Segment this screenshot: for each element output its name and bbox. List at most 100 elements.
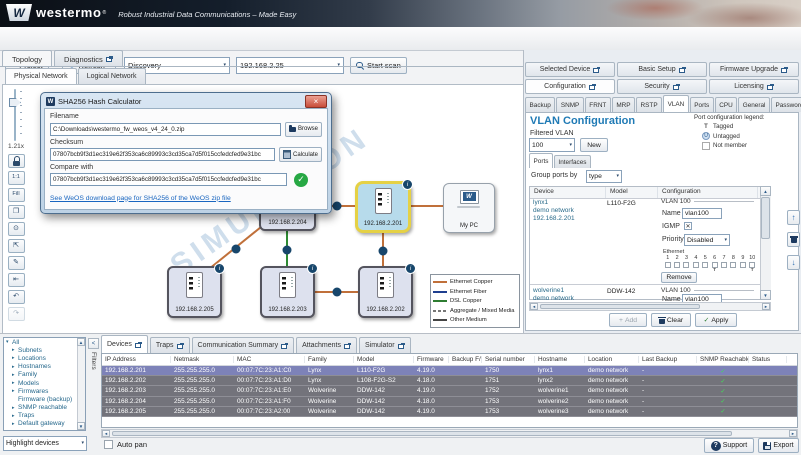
popout-icon[interactable] <box>589 84 596 90</box>
bottom-tab[interactable]: Traps <box>150 337 190 353</box>
bottom-tab[interactable]: Communication Summary <box>192 337 295 353</box>
port-tab[interactable]: Interfaces <box>554 155 591 168</box>
main-tab[interactable]: Diagnostics <box>54 50 123 67</box>
node-info-badge[interactable]: i <box>402 179 413 190</box>
main-tab[interactable]: Topology <box>2 50 52 67</box>
filename-field[interactable] <box>50 123 281 136</box>
scroll-left-button[interactable] <box>102 430 110 437</box>
device-node-selected[interactable]: i 192.168.2.201 <box>355 181 411 233</box>
table-row[interactable]: 192.168.2.201 255.255.255.0 00:07:7C:23:… <box>102 366 797 376</box>
clear-button[interactable]: Clear <box>651 313 691 327</box>
config-sub-tab[interactable]: Backup <box>525 97 555 112</box>
browse-button[interactable]: Browse <box>285 122 322 137</box>
popout-icon[interactable] <box>673 84 680 90</box>
panel-tab[interactable]: Basic Setup <box>617 62 707 77</box>
popout-icon[interactable] <box>106 56 113 62</box>
popout-icon[interactable] <box>593 67 600 73</box>
scrollbar-thumb[interactable] <box>112 431 732 436</box>
group-by-select[interactable]: type <box>586 170 622 183</box>
dialog-title-bar[interactable]: W SHA256 Hash Calculator <box>41 93 331 109</box>
view-tab[interactable]: Logical Network <box>78 68 146 84</box>
node-info-badge[interactable]: i <box>214 263 225 274</box>
node-info-badge[interactable]: i <box>307 263 318 274</box>
port-checkbox[interactable] <box>721 262 727 268</box>
tree-item[interactable]: ▸ Locations <box>4 354 85 362</box>
tree-item[interactable]: ▸ Default gateway <box>4 420 85 428</box>
port-checkbox[interactable] <box>683 262 689 268</box>
export-button[interactable]: Export <box>758 438 799 453</box>
move-down-button[interactable] <box>787 255 800 270</box>
scroll-down-button[interactable] <box>77 422 85 430</box>
device-node[interactable]: i 192.168.2.203 <box>260 266 315 318</box>
popout-icon[interactable] <box>398 343 405 349</box>
overlap-windows-button[interactable]: ❐ <box>8 205 25 219</box>
column-header[interactable]: Backup F/W <box>449 356 482 363</box>
config-sub-tab[interactable]: RSTP <box>636 97 662 112</box>
table-row[interactable]: 192.168.2.204 255.255.255.0 00:07:7C:23:… <box>102 397 797 407</box>
support-button[interactable]: Support <box>704 438 754 453</box>
panel-tab[interactable]: Security <box>617 79 707 94</box>
panel-tab[interactable]: Firmware Upgrade <box>709 62 799 77</box>
vlan-name-field[interactable]: vlan100 <box>682 208 722 219</box>
info-overlay-button[interactable]: ⊙ <box>8 222 25 236</box>
popout-icon[interactable] <box>281 343 288 349</box>
lock-tool-button[interactable] <box>8 154 25 168</box>
igmp-checkbox[interactable]: ✕ <box>684 222 692 230</box>
add-button[interactable]: Add <box>609 313 647 327</box>
scrollbar-thumb[interactable] <box>761 197 770 239</box>
port-checkbox[interactable] <box>665 262 671 268</box>
scroll-left-button[interactable] <box>530 303 538 310</box>
popout-icon[interactable] <box>679 67 686 73</box>
auto-pan-checkbox[interactable] <box>104 440 113 449</box>
apply-button[interactable]: Apply <box>695 313 737 327</box>
column-header[interactable]: Last Backup <box>639 356 697 363</box>
config-sub-tab[interactable]: CPU <box>715 97 738 112</box>
delete-button[interactable] <box>787 232 800 247</box>
tree-item[interactable]: ▾ All <box>4 338 85 346</box>
port-checkbox[interactable] <box>740 262 746 268</box>
remove-button[interactable]: Remove <box>661 272 697 283</box>
tree-item[interactable]: ▸ Firmwares <box>4 387 85 395</box>
scroll-right-button[interactable] <box>789 430 797 437</box>
sha256-dialog[interactable]: W SHA256 Hash Calculator Filename Browse… <box>40 92 332 214</box>
config-sub-tab[interactable]: FRNT <box>585 97 611 112</box>
bottom-tab[interactable]: Simulator <box>359 337 411 353</box>
popout-icon[interactable] <box>781 67 788 73</box>
edit-tool-button[interactable]: ✎ <box>8 256 25 270</box>
device-cell[interactable]: lynx1 demo network 192.168.2.201 <box>533 199 575 223</box>
tree-item[interactable]: ▸ Subnets <box>4 346 85 354</box>
new-vlan-button[interactable]: New <box>580 138 608 152</box>
column-header[interactable]: Serial number <box>482 356 535 363</box>
scrollbar-thumb[interactable] <box>540 304 700 309</box>
port-checkbox[interactable] <box>674 262 680 268</box>
view-tab[interactable]: Physical Network <box>5 68 77 84</box>
vlan-hscrollbar[interactable] <box>529 302 771 311</box>
devices-hscrollbar[interactable] <box>101 429 798 438</box>
node-info-badge[interactable]: i <box>405 263 416 274</box>
tree-item[interactable]: ▸ Traps <box>4 412 85 420</box>
scroll-up-button[interactable] <box>760 186 771 196</box>
column-header[interactable]: MAC <box>234 356 305 363</box>
collapse-filters-button[interactable]: < <box>88 338 99 349</box>
tree-item[interactable]: ▸ Hostnames <box>4 363 85 371</box>
column-header[interactable]: Firmware <box>414 356 449 363</box>
zoom-slider[interactable] <box>7 89 25 141</box>
close-button[interactable] <box>305 95 327 108</box>
column-header[interactable]: Location <box>585 356 639 363</box>
tree-item[interactable]: ▸ Models <box>4 379 85 387</box>
column-header[interactable]: Status <box>749 356 787 363</box>
config-sub-tab[interactable]: Password <box>771 97 801 112</box>
panel-tab[interactable]: Configuration <box>525 79 615 94</box>
tree-item[interactable]: ▸ SNMP reachable <box>4 404 85 412</box>
table-row[interactable]: 192.168.2.203 255.255.255.0 00:07:7C:23:… <box>102 386 797 396</box>
panel-tab[interactable]: Selected Device <box>525 62 615 77</box>
tree-item[interactable]: Firmware (backup) <box>4 395 85 403</box>
checksum-field[interactable] <box>50 148 275 161</box>
port-tab[interactable]: Ports <box>529 153 553 168</box>
column-header[interactable]: Netmask <box>171 356 234 363</box>
scroll-right-button[interactable] <box>762 303 770 310</box>
undo-button[interactable]: ↶ <box>8 290 25 304</box>
port-checkbox[interactable] <box>702 262 708 268</box>
bottom-tab[interactable]: Devices <box>101 335 148 353</box>
redo-button[interactable]: ↷ <box>8 307 25 321</box>
